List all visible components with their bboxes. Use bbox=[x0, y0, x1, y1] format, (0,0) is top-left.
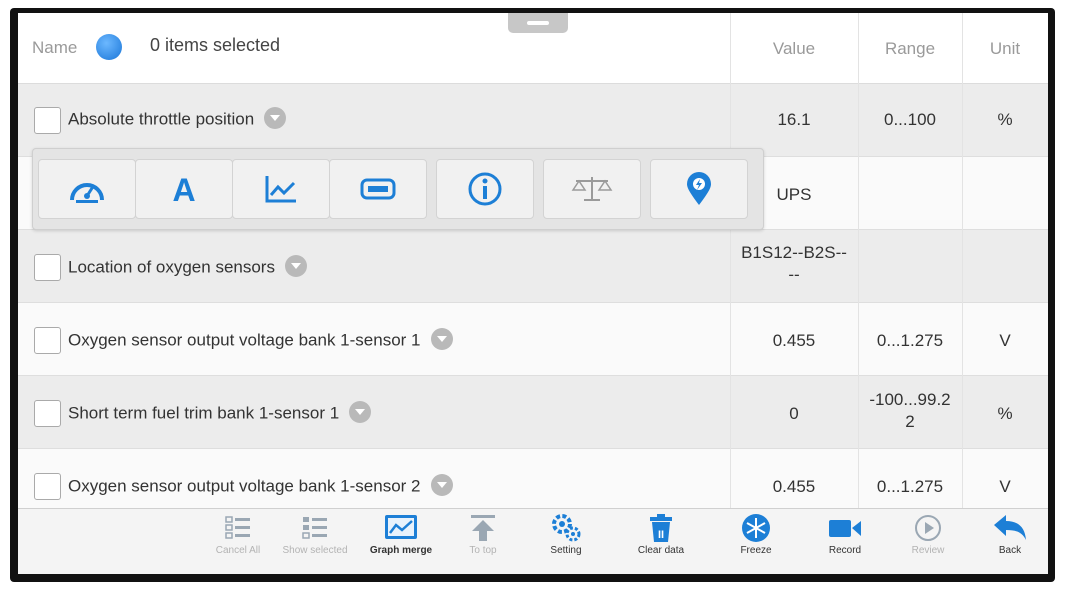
unit-column-header: Unit bbox=[989, 39, 1021, 58]
row-value: 16.1 bbox=[777, 110, 811, 129]
expand-chevron-icon[interactable] bbox=[264, 107, 287, 129]
svg-text:II: II bbox=[658, 529, 664, 541]
table-row[interactable]: Location of oxygen sensors B1S12--B2S-- … bbox=[18, 230, 1048, 303]
row-checkbox[interactable] bbox=[34, 473, 61, 500]
info-icon bbox=[468, 172, 502, 206]
bottom-toolbar: Cancel All Show selected Graph merge To … bbox=[18, 508, 1048, 574]
row-label: Short term fuel trim bank 1-sensor 1 bbox=[68, 403, 340, 423]
show-selected-button[interactable]: Show selected bbox=[280, 513, 350, 573]
row-checkbox[interactable] bbox=[34, 254, 61, 281]
graph-mode-button[interactable] bbox=[232, 159, 330, 219]
list-icon bbox=[225, 516, 250, 539]
gauge-icon bbox=[70, 183, 104, 203]
table-row[interactable]: Oxygen sensor output voltage bank 1-sens… bbox=[18, 449, 1048, 508]
back-arrow-icon bbox=[994, 515, 1026, 540]
row-unit: % bbox=[997, 404, 1013, 423]
clear-data-label: Clear data bbox=[637, 545, 685, 556]
back-label: Back bbox=[998, 545, 1022, 556]
record-button[interactable]: Record bbox=[810, 513, 880, 573]
location-pin-icon bbox=[687, 172, 711, 205]
select-all-toggle-icon[interactable] bbox=[96, 34, 122, 60]
row-value: 0 bbox=[789, 404, 799, 423]
svg-text:A: A bbox=[172, 173, 195, 205]
video-camera-icon bbox=[829, 520, 861, 537]
trash-icon: II bbox=[650, 514, 672, 542]
graph-merge-button[interactable]: Graph merge bbox=[366, 513, 436, 573]
collapse-handle[interactable] bbox=[508, 13, 568, 33]
row-label: Absolute throttle position bbox=[68, 109, 255, 129]
bar-display-icon bbox=[360, 178, 396, 200]
cancel-all-button[interactable]: Cancel All bbox=[203, 513, 273, 573]
graph-merge-label: Graph merge bbox=[369, 545, 433, 556]
column-divider bbox=[962, 13, 963, 508]
setting-icon bbox=[552, 514, 581, 542]
setting-button[interactable]: Setting bbox=[531, 513, 601, 573]
info-button[interactable] bbox=[436, 159, 534, 219]
clear-data-button[interactable]: II Clear data bbox=[626, 513, 696, 573]
display-mode-popup: A bbox=[32, 148, 764, 230]
row-range: -100...99.2 2 bbox=[869, 390, 951, 431]
expand-chevron-icon[interactable] bbox=[430, 474, 453, 496]
snowflake-icon bbox=[742, 514, 770, 542]
row-value: 0.455 bbox=[772, 477, 816, 496]
balance-scale-icon bbox=[571, 177, 613, 201]
row-label: Oxygen sensor output voltage bank 1-sens… bbox=[68, 476, 421, 496]
gauge-mode-button[interactable] bbox=[38, 159, 136, 219]
review-button[interactable]: Review bbox=[893, 513, 963, 573]
expand-chevron-icon[interactable] bbox=[349, 401, 372, 423]
name-column-header: Name bbox=[32, 38, 78, 57]
to-top-button[interactable]: To top bbox=[448, 513, 518, 573]
table-row[interactable]: Oxygen sensor output voltage bank 1-sens… bbox=[18, 303, 1048, 376]
setting-label: Setting bbox=[550, 545, 582, 556]
row-checkbox[interactable] bbox=[34, 400, 61, 427]
play-icon bbox=[915, 515, 941, 541]
cancel-all-label: Cancel All bbox=[215, 545, 261, 556]
row-range: 0...1.275 bbox=[876, 477, 944, 496]
freeze-button[interactable]: Freeze bbox=[721, 513, 791, 573]
to-top-icon bbox=[471, 515, 495, 541]
row-unit: V bbox=[999, 331, 1011, 350]
value-column-header: Value bbox=[772, 39, 816, 58]
list-icon bbox=[302, 517, 327, 539]
line-chart-icon bbox=[265, 176, 296, 203]
column-divider bbox=[858, 13, 859, 508]
column-divider bbox=[730, 13, 731, 508]
text-icon: A bbox=[172, 173, 195, 205]
to-top-label: To top bbox=[469, 545, 497, 556]
selected-count: 0 items selected bbox=[150, 35, 281, 55]
table-row[interactable]: Short term fuel trim bank 1-sensor 1 0 -… bbox=[18, 376, 1048, 449]
text-mode-button[interactable]: A bbox=[135, 159, 233, 219]
graph-merge-icon bbox=[385, 515, 417, 539]
row-unit: % bbox=[997, 110, 1013, 129]
freeze-label: Freeze bbox=[740, 545, 772, 556]
row-checkbox[interactable] bbox=[34, 107, 61, 134]
table-header: Name 0 items selected Value Range Unit bbox=[18, 13, 1048, 84]
row-label: Oxygen sensor output voltage bank 1-sens… bbox=[68, 330, 421, 350]
table-row[interactable]: Absolute throttle position 16.1 0...100 … bbox=[18, 84, 1048, 157]
row-label: Location of oxygen sensors bbox=[68, 257, 275, 277]
row-unit: V bbox=[999, 477, 1011, 496]
digital-mode-button[interactable] bbox=[329, 159, 427, 219]
row-range: 0...1.275 bbox=[876, 331, 944, 350]
show-selected-label: Show selected bbox=[282, 545, 348, 556]
record-label: Record bbox=[828, 545, 862, 556]
expand-chevron-icon[interactable] bbox=[284, 255, 307, 277]
compare-button[interactable] bbox=[543, 159, 641, 219]
review-label: Review bbox=[911, 545, 945, 556]
row-value: 0.455 bbox=[772, 331, 816, 350]
row-value: B1S12--B2S-- -- bbox=[741, 243, 847, 284]
expand-chevron-icon[interactable] bbox=[430, 328, 453, 350]
back-button[interactable]: Back bbox=[975, 513, 1045, 573]
row-range: 0...100 bbox=[884, 110, 936, 129]
screen: Name 0 items selected Value Range Unit A… bbox=[18, 13, 1048, 574]
range-column-header: Range bbox=[884, 39, 936, 58]
location-button[interactable] bbox=[650, 159, 748, 219]
row-checkbox[interactable] bbox=[34, 327, 61, 354]
